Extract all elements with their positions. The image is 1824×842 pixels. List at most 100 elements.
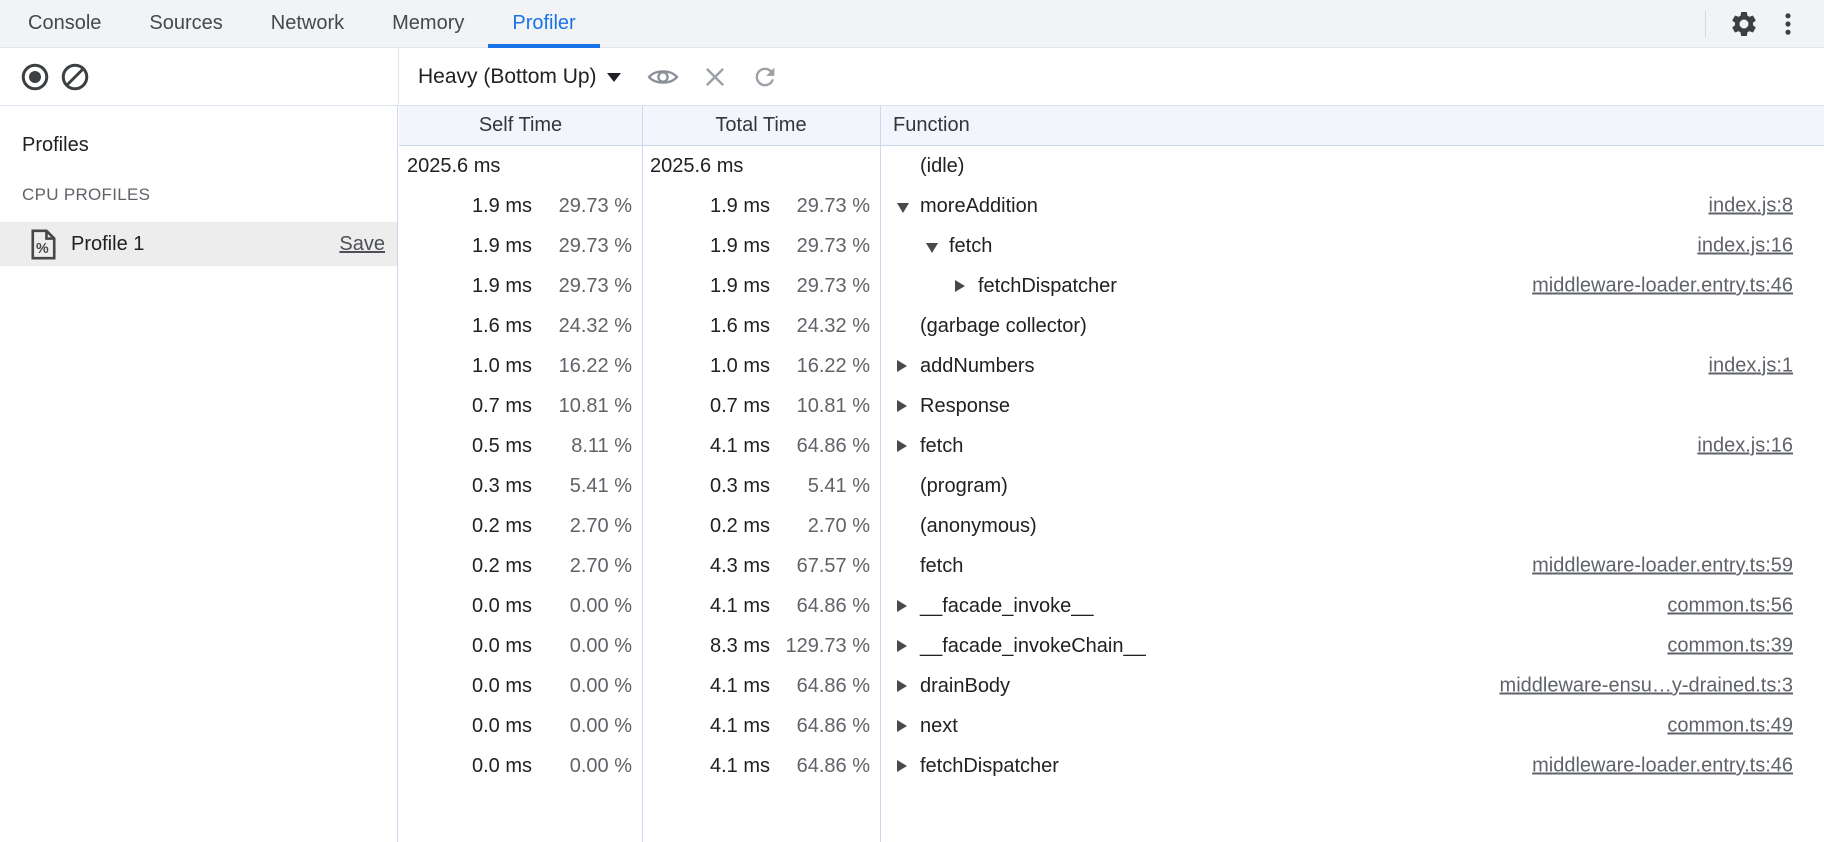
source-location-link[interactable]: index.js:8 <box>1709 195 1794 218</box>
time-ms-value: 0.5 ms <box>472 435 532 458</box>
column-header-function[interactable]: Function <box>880 106 1824 145</box>
restore-all-refresh-button[interactable] <box>747 59 783 95</box>
time-percent-value: 0.00 % <box>532 755 632 778</box>
function-name: fetch <box>920 435 963 458</box>
time-ms-value: 0.0 ms <box>472 595 532 618</box>
three-dot-menu-icon <box>1774 10 1802 38</box>
grid-row[interactable]: 0.5 ms8.11 %4.1 ms64.86 %fetchindex.js:1… <box>399 426 1824 466</box>
save-profile-link[interactable]: Save <box>339 233 385 256</box>
tab-network[interactable]: Network <box>247 0 368 47</box>
time-cell: 4.1 ms64.86 % <box>642 666 880 706</box>
time-cell: 0.2 ms2.70 % <box>399 546 642 586</box>
time-cell: 0.2 ms2.70 % <box>399 506 642 546</box>
source-location-link[interactable]: middleware-loader.entry.ts:59 <box>1532 555 1793 578</box>
tab-console[interactable]: Console <box>4 0 125 47</box>
grid-row[interactable]: 0.0 ms0.00 %4.1 ms64.86 %fetchDispatcher… <box>399 746 1824 786</box>
column-header-self-time[interactable]: Self Time <box>399 106 642 145</box>
view-controls: Heavy (Bottom Up) <box>398 48 1824 105</box>
grid-row[interactable]: 1.9 ms29.73 %1.9 ms29.73 %fetchDispatche… <box>399 266 1824 306</box>
profile-view-mode-select[interactable]: Heavy (Bottom Up) <box>418 65 621 89</box>
time-ms-value: 0.0 ms <box>472 715 532 738</box>
source-location-link[interactable]: index.js:1 <box>1709 355 1794 378</box>
time-percent-value: 29.73 % <box>532 195 632 218</box>
column-header-total-time[interactable]: Total Time <box>642 106 880 145</box>
grid-row[interactable]: 0.3 ms5.41 %0.3 ms5.41 %(program) <box>399 466 1824 506</box>
tab-profiler[interactable]: Profiler <box>488 0 599 47</box>
function-cell: drainBodymiddleware-ensu…y-drained.ts:3 <box>880 666 1824 706</box>
time-percent-value: 10.81 % <box>532 395 632 418</box>
source-location-link[interactable]: middleware-loader.entry.ts:46 <box>1532 755 1793 778</box>
source-location-link[interactable]: index.js:16 <box>1697 435 1793 458</box>
grid-row[interactable]: 2025.6 ms2025.6 ms(idle) <box>399 146 1824 186</box>
tab-strip: ConsoleSourcesNetworkMemoryProfiler <box>0 0 600 47</box>
source-location-link[interactable]: index.js:16 <box>1697 235 1793 258</box>
time-percent-value: 5.41 % <box>770 475 870 498</box>
function-name: next <box>920 715 958 738</box>
time-cell: 1.9 ms29.73 % <box>399 186 642 226</box>
source-location-link[interactable]: common.ts:39 <box>1667 635 1793 658</box>
tree-expanded-arrow-icon[interactable] <box>897 200 920 213</box>
settings-button[interactable] <box>1726 6 1762 42</box>
source-location-link[interactable]: common.ts:49 <box>1667 715 1793 738</box>
focus-selected-button[interactable] <box>645 59 681 95</box>
grid-row[interactable]: 1.9 ms29.73 %1.9 ms29.73 %moreAdditionin… <box>399 186 1824 226</box>
function-name: fetchDispatcher <box>920 755 1059 778</box>
source-location-link[interactable]: common.ts:56 <box>1667 595 1793 618</box>
grid-row[interactable]: 0.0 ms0.00 %8.3 ms129.73 %__facade_invok… <box>399 626 1824 666</box>
chevron-down-icon <box>607 73 621 82</box>
tree-collapsed-arrow-icon[interactable] <box>897 360 920 372</box>
time-cell: 2025.6 ms <box>642 146 880 186</box>
time-ms-value: 0.0 ms <box>472 635 532 658</box>
clear-icon <box>60 62 90 92</box>
more-options-menu-button[interactable] <box>1770 6 1806 42</box>
view-mode-label: Heavy (Bottom Up) <box>418 65 597 89</box>
exclude-selected-button[interactable] <box>697 59 733 95</box>
time-ms-value: 4.3 ms <box>710 555 770 578</box>
time-percent-value: 5.41 % <box>532 475 632 498</box>
profiles-sidebar: Profiles CPU PROFILES % Profile 1 Save <box>0 106 398 842</box>
time-percent-value: 0.00 % <box>532 715 632 738</box>
time-cell: 1.6 ms24.32 % <box>399 306 642 346</box>
grid-row[interactable]: 1.6 ms24.32 %1.6 ms24.32 %(garbage colle… <box>399 306 1824 346</box>
grid-row[interactable]: 0.2 ms2.70 %0.2 ms2.70 %(anonymous) <box>399 506 1824 546</box>
function-cell: __facade_invokeChain__common.ts:39 <box>880 626 1824 666</box>
profile-list-item[interactable]: % Profile 1 Save <box>0 222 397 266</box>
grid-row[interactable]: 0.0 ms0.00 %4.1 ms64.86 %drainBodymiddle… <box>399 666 1824 706</box>
tab-sources[interactable]: Sources <box>125 0 246 47</box>
grid-row[interactable]: 0.7 ms10.81 %0.7 ms10.81 %Response <box>399 386 1824 426</box>
tree-collapsed-arrow-icon[interactable] <box>897 760 920 772</box>
time-ms-value: 4.1 ms <box>710 595 770 618</box>
time-cell: 1.9 ms29.73 % <box>399 266 642 306</box>
grid-row[interactable]: 0.0 ms0.00 %4.1 ms64.86 %__facade_invoke… <box>399 586 1824 626</box>
time-ms-value: 4.1 ms <box>710 715 770 738</box>
tree-collapsed-arrow-icon[interactable] <box>897 600 920 612</box>
time-percent-value: 29.73 % <box>770 195 870 218</box>
time-cell: 4.1 ms64.86 % <box>642 746 880 786</box>
grid-body: 2025.6 ms2025.6 ms(idle)1.9 ms29.73 %1.9… <box>399 146 1824 842</box>
grid-row[interactable]: 0.0 ms0.00 %4.1 ms64.86 %nextcommon.ts:4… <box>399 706 1824 746</box>
time-percent-value: 129.73 % <box>770 635 870 658</box>
source-location-link[interactable]: middleware-loader.entry.ts:46 <box>1532 275 1793 298</box>
time-cell: 0.3 ms5.41 % <box>642 466 880 506</box>
function-name: (anonymous) <box>920 515 1037 538</box>
tree-collapsed-arrow-icon[interactable] <box>897 440 920 452</box>
time-ms-value: 4.1 ms <box>710 675 770 698</box>
record-profile-button[interactable] <box>19 61 51 93</box>
tree-collapsed-arrow-icon[interactable] <box>897 640 920 652</box>
tree-collapsed-arrow-icon[interactable] <box>897 400 920 412</box>
time-ms-value: 1.9 ms <box>710 275 770 298</box>
tree-collapsed-arrow-icon[interactable] <box>897 720 920 732</box>
tree-collapsed-arrow-icon[interactable] <box>897 680 920 692</box>
function-name: (idle) <box>920 155 964 178</box>
tree-collapsed-arrow-icon[interactable] <box>955 280 978 292</box>
grid-row[interactable]: 1.9 ms29.73 %1.9 ms29.73 %fetchindex.js:… <box>399 226 1824 266</box>
grid-row[interactable]: 0.2 ms2.70 %4.3 ms67.57 %fetchmiddleware… <box>399 546 1824 586</box>
tree-expanded-arrow-icon[interactable] <box>926 240 949 253</box>
tab-memory[interactable]: Memory <box>368 0 488 47</box>
source-location-link[interactable]: middleware-ensu…y-drained.ts:3 <box>1500 675 1793 698</box>
time-ms-value: 1.9 ms <box>710 235 770 258</box>
grid-row[interactable]: 1.0 ms16.22 %1.0 ms16.22 %addNumbersinde… <box>399 346 1824 386</box>
clear-profiles-button[interactable] <box>59 61 91 93</box>
time-percent-value: 67.57 % <box>770 555 870 578</box>
time-ms-value: 4.1 ms <box>710 755 770 778</box>
